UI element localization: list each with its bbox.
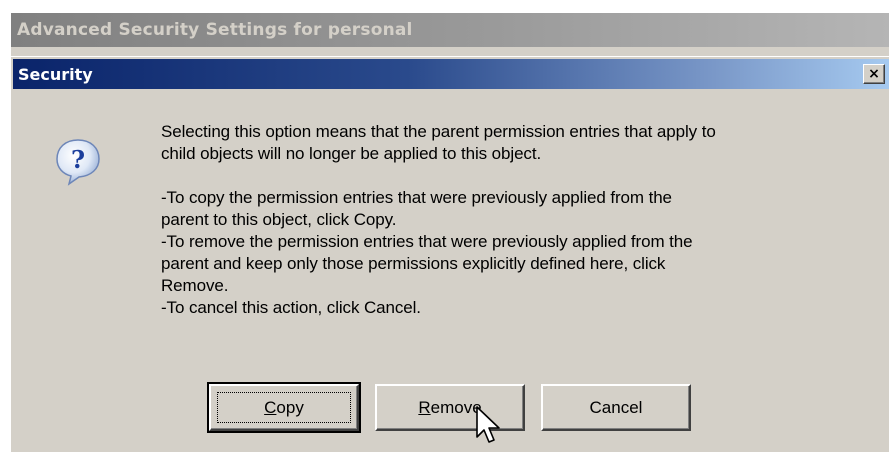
svg-text:?: ? (71, 145, 85, 174)
remove-button-label: Remove (418, 397, 482, 417)
message-line: Remove. (161, 276, 229, 295)
copy-button[interactable]: Copy (207, 382, 361, 433)
mouse-cursor-icon (476, 406, 500, 443)
message-line: child objects will no longer be applied … (161, 144, 542, 163)
parent-window-titlebar[interactable]: Advanced Security Settings for personal (11, 13, 889, 47)
close-button[interactable]: × (863, 64, 885, 84)
dialog-title: Security (18, 64, 93, 84)
security-dialog: Security × ? Selecting this option means… (10, 56, 889, 452)
message-line: -To cancel this action, click Cancel. (161, 298, 421, 317)
cancel-button-label: Cancel (589, 397, 643, 417)
message-line: -To copy the permission entries that wer… (161, 188, 672, 207)
question-icon: ? (56, 139, 100, 186)
dialog-titlebar[interactable]: Security × (13, 59, 889, 89)
message-line: parent and keep only those permissions e… (161, 254, 666, 273)
parent-window-title: Advanced Security Settings for personal (17, 20, 413, 40)
dialog-message: Selecting this option means that the par… (161, 121, 881, 319)
message-line: -To remove the permission entries that w… (161, 232, 693, 251)
close-icon: × (868, 66, 880, 82)
cancel-button[interactable]: Cancel (541, 384, 691, 431)
message-line: Selecting this option means that the par… (161, 122, 716, 141)
focus-rectangle (217, 392, 351, 423)
message-line: parent to this object, click Copy. (161, 210, 397, 229)
